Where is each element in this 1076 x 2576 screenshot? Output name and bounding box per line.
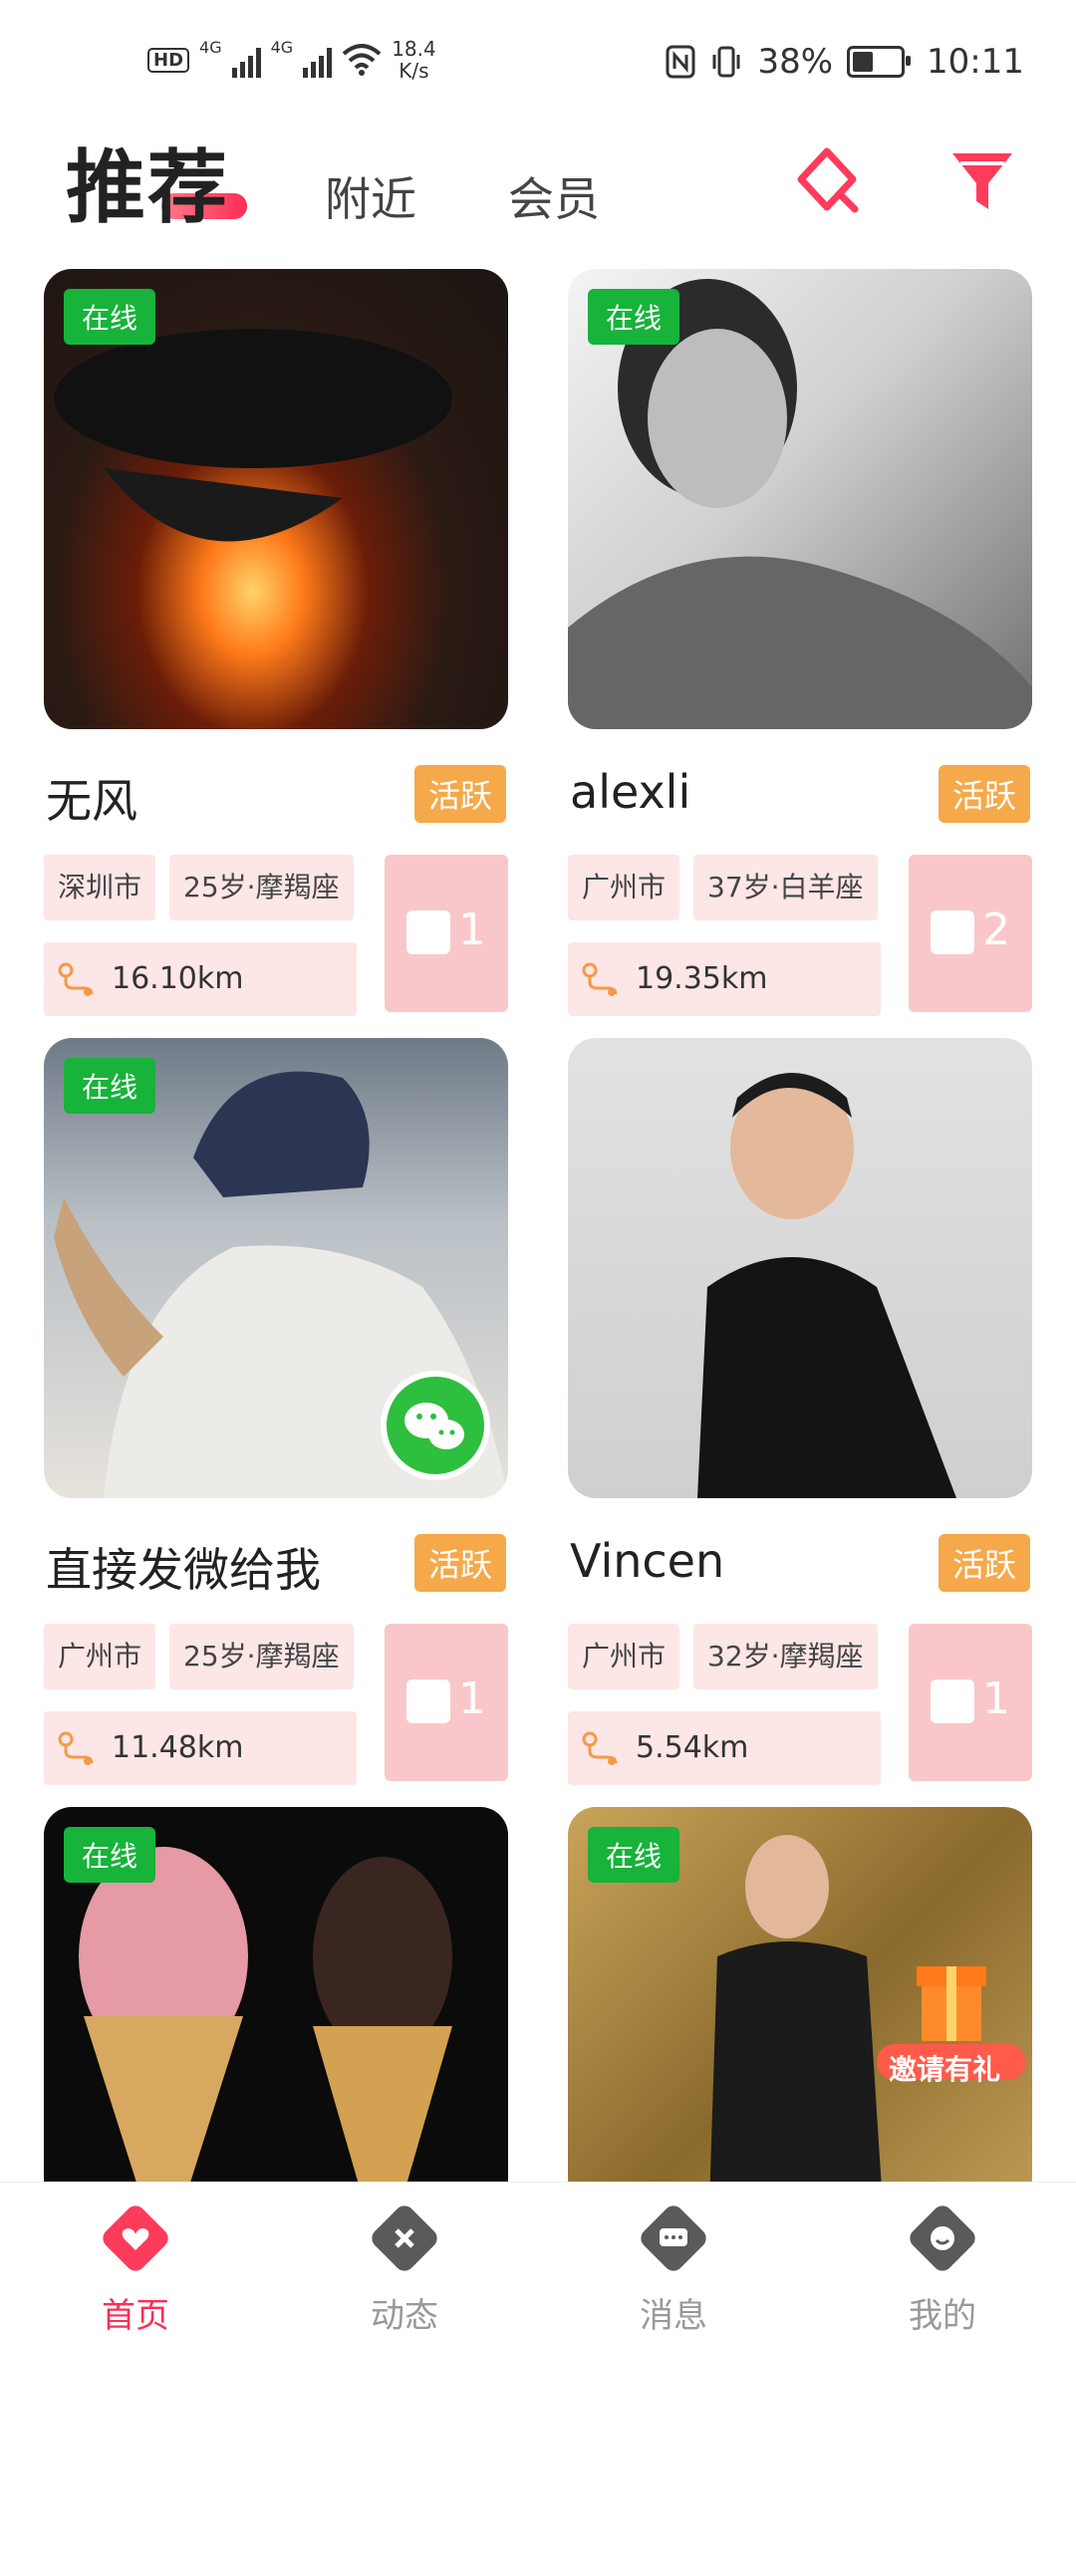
nav-messages[interactable]: 消息 [604,2200,743,2337]
net-speed-value: 18.4 [392,37,436,61]
user-card[interactable]: 在线 无风 活跃 深圳市 25岁·摩羯座 16.10km 1 [44,269,508,1038]
distance-tag: 5.54km [568,1711,881,1785]
photo-count-box[interactable]: 1 [385,855,508,1012]
city-tag: 广州市 [568,1624,680,1689]
vibrate-icon [712,46,740,78]
user-photo[interactable] [568,1038,1032,1498]
active-badge: 活跃 [413,765,506,823]
user-card[interactable]: 在线 alexli 活跃 广州市 37岁·白羊座 19.35km 2 [568,269,1032,1038]
user-card[interactable]: 在线 直接发微给我 活跃 广州市 25岁·摩羯座 11.48km 1 [44,1038,508,1807]
diamond-icon[interactable] [787,139,867,219]
distance-value: 19.35km [636,961,768,996]
user-photo[interactable]: 在线 [44,269,508,729]
online-badge: 在线 [64,289,156,345]
distance-value: 16.10km [112,961,244,996]
wechat-icon [404,1403,464,1449]
age-sign-tag: 32岁·摩羯座 [693,1624,878,1689]
battery-percent: 38% [757,42,834,82]
nav-profile-label: 我的 [909,2296,976,2336]
net-speed-unit: K/s [399,59,429,83]
portrait-shape [697,1073,956,1498]
distance-value: 5.54km [636,1730,749,1765]
user-photo[interactable]: 在线 [44,1038,508,1498]
age-sign-tag: 25岁·摩羯座 [169,1624,354,1689]
invite-label: 邀请有礼 [889,2053,1001,2086]
age-sign-tag: 25岁·摩羯座 [169,855,354,920]
photo-count: 2 [982,904,1010,955]
moments-icon [372,2205,437,2271]
photo-count-box[interactable]: 1 [909,1624,1032,1781]
tab-member[interactable]: 会员 [508,163,600,229]
message-icon [641,2205,706,2271]
active-badge: 活跃 [413,1534,506,1592]
distance-tag: 11.48km [44,1711,357,1785]
online-badge: 在线 [588,289,680,345]
city-tag: 广州市 [568,855,680,920]
net-speed: 18.4 K/s [392,38,436,82]
age-sign-tag: 37岁·白羊座 [693,855,878,920]
photo-count: 1 [458,904,486,955]
invite-gift-banner[interactable]: 邀请有礼 [877,1956,1026,2086]
city-tag: 广州市 [44,1624,156,1689]
bottom-nav: 首页 动态 消息 我的 [0,2182,1076,2336]
image-icon [931,1679,974,1723]
active-badge: 活跃 [938,765,1030,823]
wifi-icon [342,44,382,76]
city-tag: 深圳市 [44,855,156,920]
route-icon [582,962,618,996]
status-right: 38% 10:11 [666,42,1024,82]
user-card[interactable]: Vincen 活跃 广州市 32岁·摩羯座 5.54km 1 [568,1038,1032,1807]
image-icon [931,910,974,954]
user-name: 无风 [46,774,137,828]
nav-profile[interactable]: 我的 [873,2200,1012,2337]
signal-icon [303,42,333,78]
image-icon [406,1679,450,1723]
tab-recommend[interactable]: 推荐 [66,124,229,239]
distance-value: 11.48km [112,1730,244,1765]
photo-count: 1 [982,1674,1010,1724]
user-name: 直接发微给我 [46,1543,321,1597]
active-badge: 活跃 [938,1534,1030,1592]
top-tabs: 推荐 附近 会员 [0,120,1076,259]
route-icon [58,962,94,996]
profile-icon [910,2205,975,2271]
status-left: HD 4G 4G 18.4 K/s [147,38,436,82]
online-badge: 在线 [64,1827,156,1883]
nav-messages-label: 消息 [640,2296,707,2336]
wechat-button[interactable] [381,1371,490,1480]
nav-moments-label: 动态 [371,2296,438,2336]
filter-icon[interactable] [942,139,1022,219]
user-photo[interactable]: 在线 [568,269,1032,729]
photo-count-box[interactable]: 1 [385,1624,508,1781]
user-name: Vincen [570,1534,725,1588]
sim1-label: 4G [199,38,222,57]
status-bar: HD 4G 4G 18.4 K/s 38% 10:11 [0,0,1076,129]
nav-moments[interactable]: 动态 [335,2200,474,2337]
distance-tag: 16.10km [44,942,357,1016]
clock: 10:11 [927,42,1024,82]
nav-home-label: 首页 [102,2296,169,2336]
hd-badge: HD [147,47,190,73]
image-icon [406,910,450,954]
battery-icon [847,46,912,78]
photo-count: 1 [458,1674,486,1724]
nav-home[interactable]: 首页 [66,2200,205,2337]
distance-tag: 19.35km [568,942,881,1016]
sim2-label: 4G [270,38,294,57]
signal-icon [231,42,261,78]
route-icon [58,1731,94,1765]
home-heart-icon [103,2205,168,2271]
photo-count-box[interactable]: 2 [909,855,1032,1012]
user-name: alexli [570,765,691,819]
online-badge: 在线 [588,1827,680,1883]
route-icon [582,1731,618,1765]
online-badge: 在线 [64,1058,156,1114]
tab-nearby[interactable]: 附近 [325,163,416,229]
nfc-icon [666,45,695,79]
